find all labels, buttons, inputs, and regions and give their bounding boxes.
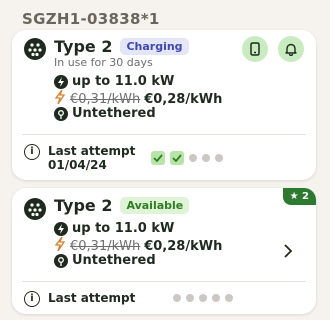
chevron-right-icon[interactable]: [284, 243, 293, 262]
attempt-dot: [189, 154, 197, 162]
last-attempt: i Last attempt 01/04/24: [24, 144, 135, 172]
bell-icon: [285, 43, 297, 56]
cable-value: Untethered: [72, 106, 156, 121]
attempt-dot: [225, 294, 233, 302]
power-icon: [54, 74, 68, 89]
last-attempt-label: Last attempt: [48, 291, 136, 305]
connector-type: Type 2: [54, 196, 113, 215]
connector-card-2[interactable]: ★ 2 Type 2 Available up to 11.0 kW €0,31…: [12, 188, 316, 314]
last-attempt: i Last attempt: [24, 291, 135, 307]
info-icon: i: [24, 291, 40, 307]
phone-icon: [250, 42, 260, 56]
info-icon: i: [24, 144, 40, 160]
star-icon: ★: [289, 191, 299, 202]
check-icon: [151, 151, 165, 165]
attempt-history: [173, 294, 233, 302]
type2-connector-icon: [24, 38, 46, 60]
attempt-dot: [212, 294, 220, 302]
power-icon: [54, 221, 68, 236]
old-price: €0,31/kWh: [70, 238, 141, 254]
old-price: €0,31/kWh: [70, 91, 141, 107]
cable-icon: [54, 106, 68, 121]
cable-value: Untethered: [72, 253, 156, 268]
attempt-dot: [199, 294, 207, 302]
connector-type: Type 2: [54, 37, 113, 56]
type2-connector-icon: [24, 198, 46, 220]
power-value: up to 11.0 kW: [72, 221, 175, 236]
last-attempt-date: 01/04/24: [48, 158, 107, 172]
cable-icon: [54, 253, 68, 268]
last-attempt-label: Last attempt: [48, 144, 136, 158]
connector-card-1[interactable]: Type 2 Charging In use for 30 days up to…: [12, 30, 316, 180]
divider: [22, 134, 306, 135]
divider: [22, 281, 306, 282]
phone-button[interactable]: [242, 36, 268, 62]
rating-badge: ★ 2: [282, 188, 316, 205]
power-row: up to 11.0 kW: [54, 221, 174, 236]
check-icon: [170, 151, 184, 165]
attempt-dot: [186, 294, 194, 302]
power-row: up to 11.0 kW: [54, 74, 174, 89]
attempt-history: [151, 151, 223, 165]
cable-row: Untethered: [54, 253, 156, 268]
notify-button[interactable]: [278, 36, 304, 62]
current-price: €0,28/kWh: [144, 91, 223, 107]
power-value: up to 11.0 kW: [72, 74, 175, 89]
station-id: SGZH1-03838*1: [22, 10, 160, 28]
cable-row: Untethered: [54, 106, 156, 121]
in-use-duration: In use for 30 days: [54, 56, 153, 69]
rating-value: 2: [302, 191, 309, 202]
current-price: €0,28/kWh: [144, 238, 223, 254]
status-badge: Charging: [120, 38, 189, 55]
attempt-dot: [215, 154, 223, 162]
status-badge: Available: [120, 197, 190, 214]
attempt-dot: [173, 294, 181, 302]
attempt-dot: [202, 154, 210, 162]
